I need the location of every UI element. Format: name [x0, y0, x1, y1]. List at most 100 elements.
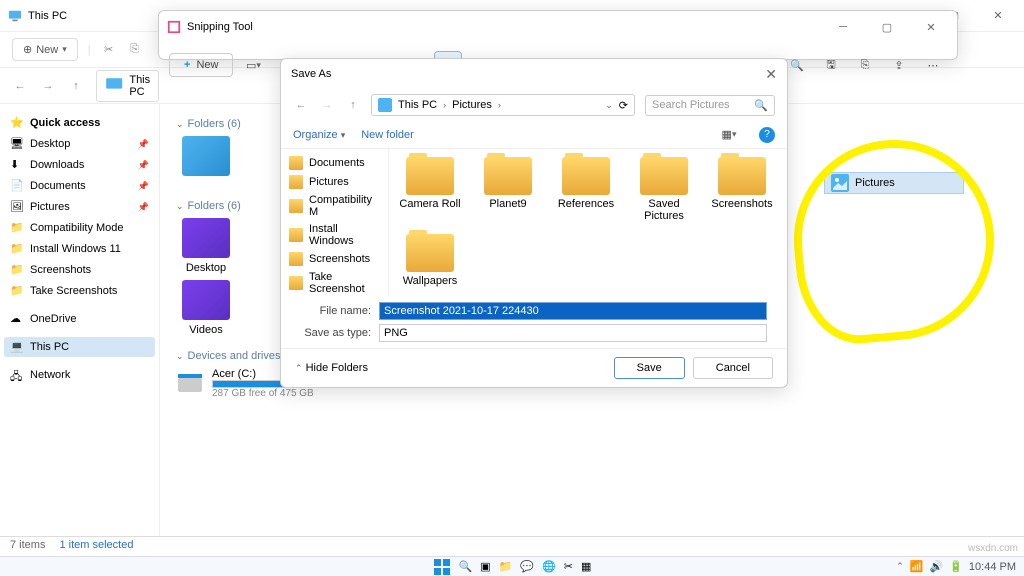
copy-icon[interactable]: ⎘: [127, 43, 143, 56]
filename-label: File name:: [301, 305, 371, 317]
drive-icon: [176, 370, 204, 398]
save-as-dialog: Save As ✕ ← → ↑ This PC› Pictures› ⌄ ⟳ S…: [280, 58, 788, 388]
folder-screenshots[interactable]: Screenshots: [709, 157, 775, 222]
saveas-sidebar-take-screenshot[interactable]: Take Screenshot: [285, 269, 384, 296]
folder-tile[interactable]: [176, 136, 236, 180]
search-icon[interactable]: 🔍: [459, 560, 473, 573]
saveas-sidebar-install-windows[interactable]: Install Windows: [285, 221, 384, 249]
pin-icon: 📌: [138, 139, 149, 150]
organize-dropdown[interactable]: Organize ▾: [293, 129, 345, 141]
cut-icon[interactable]: ✂: [101, 43, 117, 56]
snip-close[interactable]: ✕: [913, 15, 949, 39]
pin-icon: 📌: [138, 181, 149, 192]
saveas-search[interactable]: Search Pictures🔍: [645, 95, 775, 116]
save-confirm-button[interactable]: Save: [614, 357, 685, 379]
folder-icon: [289, 175, 303, 189]
folder-saved-pictures[interactable]: Saved Pictures: [631, 157, 697, 222]
sidebar-item-downloads[interactable]: ⬇ Downloads 📌: [4, 155, 155, 175]
sidebar-item-screenshots[interactable]: 📁 Screenshots: [4, 260, 155, 280]
videos-tile[interactable]: Videos: [176, 280, 236, 336]
explorer-title: This PC: [28, 10, 67, 22]
newfolder-button[interactable]: New folder: [361, 129, 414, 141]
help-button[interactable]: ?: [759, 127, 775, 143]
taskbar[interactable]: 🔍 ▣ 📁 💬 🌐 ✂ ▦ ⌃ 📶 🔊 🔋 10:44 PM: [0, 556, 1024, 576]
chrome-icon[interactable]: 🌐: [542, 560, 556, 573]
folder-icon: [406, 234, 454, 272]
folder-icon: [289, 276, 303, 290]
sidebar-item-desktop[interactable]: 🖥 Desktop 📌: [4, 134, 155, 154]
explorer-taskbar-icon[interactable]: 📁: [499, 560, 513, 573]
folder-icon: 📁: [10, 284, 24, 298]
sidebar-item-network[interactable]: 🖧 Network: [4, 365, 155, 385]
folder-references[interactable]: References: [553, 157, 619, 222]
desktop-tile[interactable]: Desktop: [176, 218, 236, 274]
folder-icon: 📁: [10, 221, 24, 235]
saveas-sidebar-compatibility-m[interactable]: Compatibility M: [285, 192, 384, 220]
network-icon: 🖧: [10, 368, 24, 382]
taskview-icon[interactable]: ▣: [480, 560, 490, 573]
share-button[interactable]: ⇪: [885, 51, 913, 79]
saveas-close-button[interactable]: ✕: [765, 66, 777, 83]
sidebar-item-onedrive[interactable]: ☁ OneDrive: [4, 309, 155, 329]
snip-taskbar-icon[interactable]: ✂: [564, 560, 573, 573]
saveas-address-bar[interactable]: This PC› Pictures› ⌄ ⟳: [371, 94, 635, 116]
refresh-icon[interactable]: ⟳: [619, 99, 628, 112]
folder-camera-roll[interactable]: Camera Roll: [397, 157, 463, 222]
pc-icon: 💻: [10, 340, 24, 354]
snip-minimize[interactable]: ─: [825, 15, 861, 39]
close-button[interactable]: ✕: [980, 4, 1016, 28]
snip-maximize[interactable]: ▢: [869, 15, 905, 39]
documents-icon: 📄: [10, 179, 24, 193]
view-dropdown[interactable]: ▦ ▾: [715, 121, 743, 149]
more-button[interactable]: ⋯: [919, 51, 947, 79]
sidebar-item-compatibility-mode[interactable]: 📁 Compatibility Mode: [4, 218, 155, 238]
folder-planet9[interactable]: Planet9: [475, 157, 541, 222]
sidebar-item-documents[interactable]: 📄 Documents 📌: [4, 176, 155, 196]
explorer-statusbar: 7 items 1 item selected: [0, 536, 1024, 556]
new-button[interactable]: ⊕ New ▾: [12, 38, 78, 61]
folder-icon: 📁: [10, 242, 24, 256]
app-icon[interactable]: ▦: [581, 560, 591, 573]
folder-icon: [718, 157, 766, 195]
search-icon: 🔍: [754, 99, 768, 112]
saveas-back[interactable]: ←: [293, 99, 309, 111]
sidebar-item-take-screenshots[interactable]: 📁 Take Screenshots: [4, 281, 155, 301]
saveas-sidebar-screenshots[interactable]: Screenshots: [285, 250, 384, 268]
sidebar-item-this-pc[interactable]: 💻 This PC: [4, 337, 155, 357]
sidebar-item-install-windows-11[interactable]: 📁 Install Windows 11: [4, 239, 155, 259]
volume-icon[interactable]: 🔊: [930, 560, 944, 573]
type-select[interactable]: PNG: [379, 324, 767, 342]
saveas-sidebar-documents[interactable]: Documents: [285, 154, 384, 172]
saveas-folder-view[interactable]: Camera Roll Planet9 References Saved Pic…: [389, 149, 787, 296]
save-button[interactable]: 🖫: [817, 51, 845, 79]
start-icon[interactable]: [433, 558, 451, 576]
hide-folders-toggle[interactable]: ⌃ Hide Folders: [295, 362, 368, 374]
address-bar[interactable]: This PC: [96, 70, 159, 102]
tray-chevron-icon[interactable]: ⌃: [896, 561, 904, 572]
back-button[interactable]: ←: [12, 80, 28, 92]
copy-button[interactable]: ⎘: [851, 51, 879, 79]
folder-icon: [289, 156, 303, 170]
folder-icon: [406, 157, 454, 195]
mode-dropdown[interactable]: ▭▾: [239, 51, 267, 79]
teams-icon[interactable]: 💬: [520, 560, 534, 573]
filename-input[interactable]: [379, 302, 767, 320]
system-tray[interactable]: ⌃ 📶 🔊 🔋 10:44 PM: [896, 560, 1016, 573]
forward-button[interactable]: →: [40, 80, 56, 92]
saveas-forward[interactable]: →: [319, 99, 335, 111]
folder-icon: [289, 252, 303, 266]
up-button[interactable]: ↑: [68, 80, 84, 92]
wifi-icon[interactable]: 📶: [910, 560, 924, 573]
pictures-icon: [831, 174, 849, 192]
cancel-button[interactable]: Cancel: [693, 357, 773, 379]
sidebar-item-quick-access[interactable]: ⭐ Quick access: [4, 113, 155, 133]
pin-icon: 📌: [138, 160, 149, 171]
saveas-sidebar-pictures[interactable]: Pictures: [285, 173, 384, 191]
saveas-up[interactable]: ↑: [345, 99, 361, 111]
pictures-item-highlighted[interactable]: Pictures: [824, 172, 964, 194]
clock[interactable]: 10:44 PM: [969, 561, 1016, 573]
folder-wallpapers[interactable]: Wallpapers: [397, 234, 463, 287]
battery-icon[interactable]: 🔋: [949, 560, 963, 573]
snip-new-button[interactable]: +New: [169, 53, 233, 77]
sidebar-item-pictures[interactable]: 🖼 Pictures 📌: [4, 197, 155, 217]
